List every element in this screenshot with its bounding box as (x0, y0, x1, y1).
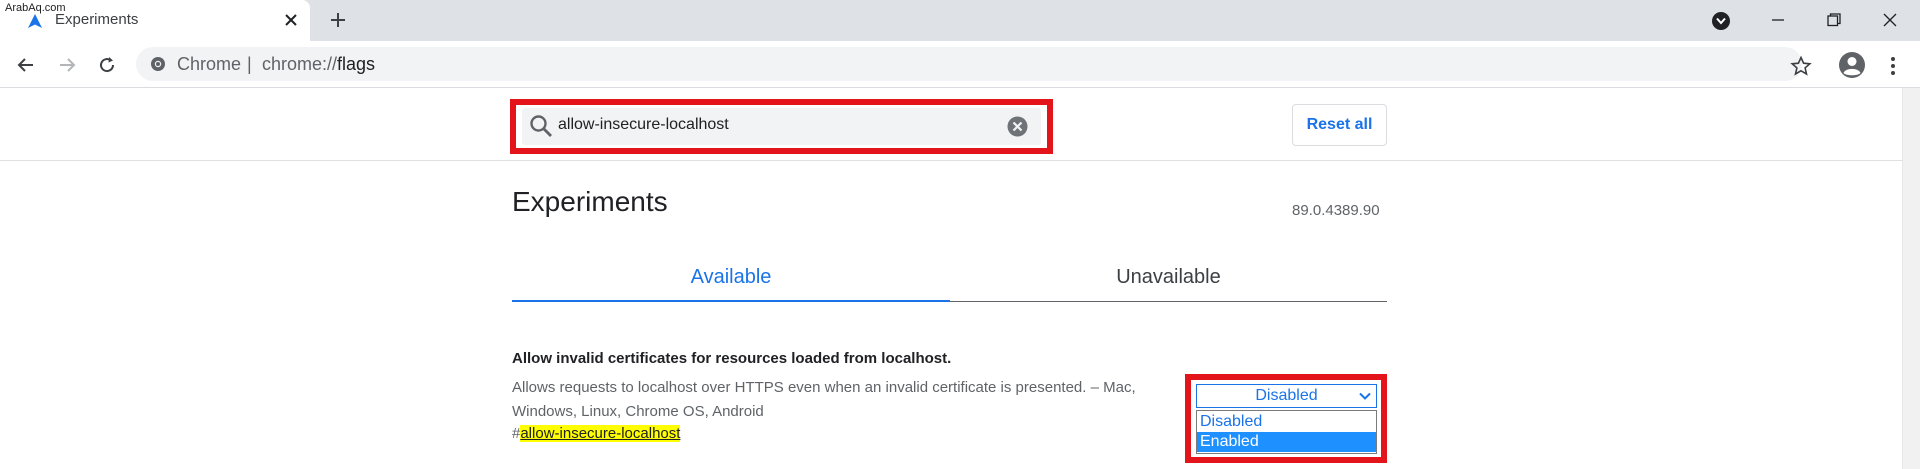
clear-icon[interactable] (1007, 116, 1028, 137)
chrome-logo-icon (151, 57, 165, 71)
star-icon[interactable] (1790, 55, 1812, 77)
omnibox-separator: | (247, 54, 252, 74)
tab-strip: Experiments (0, 0, 1920, 41)
chrome-flags-favicon (28, 14, 42, 28)
page-title: Experiments (512, 186, 668, 217)
experiment-title: Allow invalid certificates for resources… (512, 350, 952, 367)
search-value: allow-insecure-localhost (558, 116, 729, 133)
url-text: chrome://flags (262, 54, 375, 75)
url-host: flags (337, 54, 376, 74)
permalink-name[interactable]: allow-insecure-localhost (520, 425, 681, 442)
minimize-icon[interactable] (1755, 6, 1801, 34)
url-scheme: chrome:// (262, 54, 338, 74)
search-input[interactable]: allow-insecure-localhost (522, 108, 1041, 145)
tab-available[interactable]: Available (512, 252, 950, 302)
plus-icon[interactable] (326, 8, 350, 32)
watermark: ArabAq.com (3, 2, 68, 14)
reset-all-button[interactable]: Reset all (1292, 104, 1387, 146)
forward-arrow-icon[interactable] (53, 51, 81, 79)
profile-avatar-icon[interactable] (1838, 51, 1866, 79)
toolbar: Chrome | chrome://flags (0, 41, 1920, 88)
reload-icon[interactable] (93, 51, 121, 79)
option-enabled[interactable]: Enabled (1197, 432, 1376, 452)
select-dropdown-list: Disabled Enabled (1196, 410, 1377, 454)
address-bar[interactable]: Chrome | chrome://flags (136, 47, 1802, 81)
search-icon (530, 115, 552, 137)
chevron-down-icon (1359, 392, 1371, 400)
kebab-menu-icon[interactable] (1880, 53, 1906, 79)
option-disabled[interactable]: Disabled (1197, 412, 1376, 432)
experiment-permalink[interactable]: #allow-insecure-localhost (512, 425, 681, 442)
version-label: 89.0.4389.90 (1292, 202, 1380, 219)
restore-icon[interactable] (1811, 6, 1857, 34)
experiment-select[interactable]: Disabled (1196, 384, 1377, 408)
active-tab-indicator (512, 300, 950, 302)
tab-search-icon[interactable] (1712, 12, 1730, 30)
close-icon[interactable] (280, 9, 302, 31)
select-value: Disabled (1255, 387, 1318, 404)
window-close-icon[interactable] (1867, 6, 1913, 34)
site-label: Chrome (177, 54, 242, 74)
tab-unavailable[interactable]: Unavailable (950, 252, 1387, 302)
back-arrow-icon[interactable] (12, 51, 40, 79)
scrollbar[interactable] (1902, 88, 1920, 469)
experiment-description: Allows requests to localhost over HTTPS … (512, 379, 1136, 420)
